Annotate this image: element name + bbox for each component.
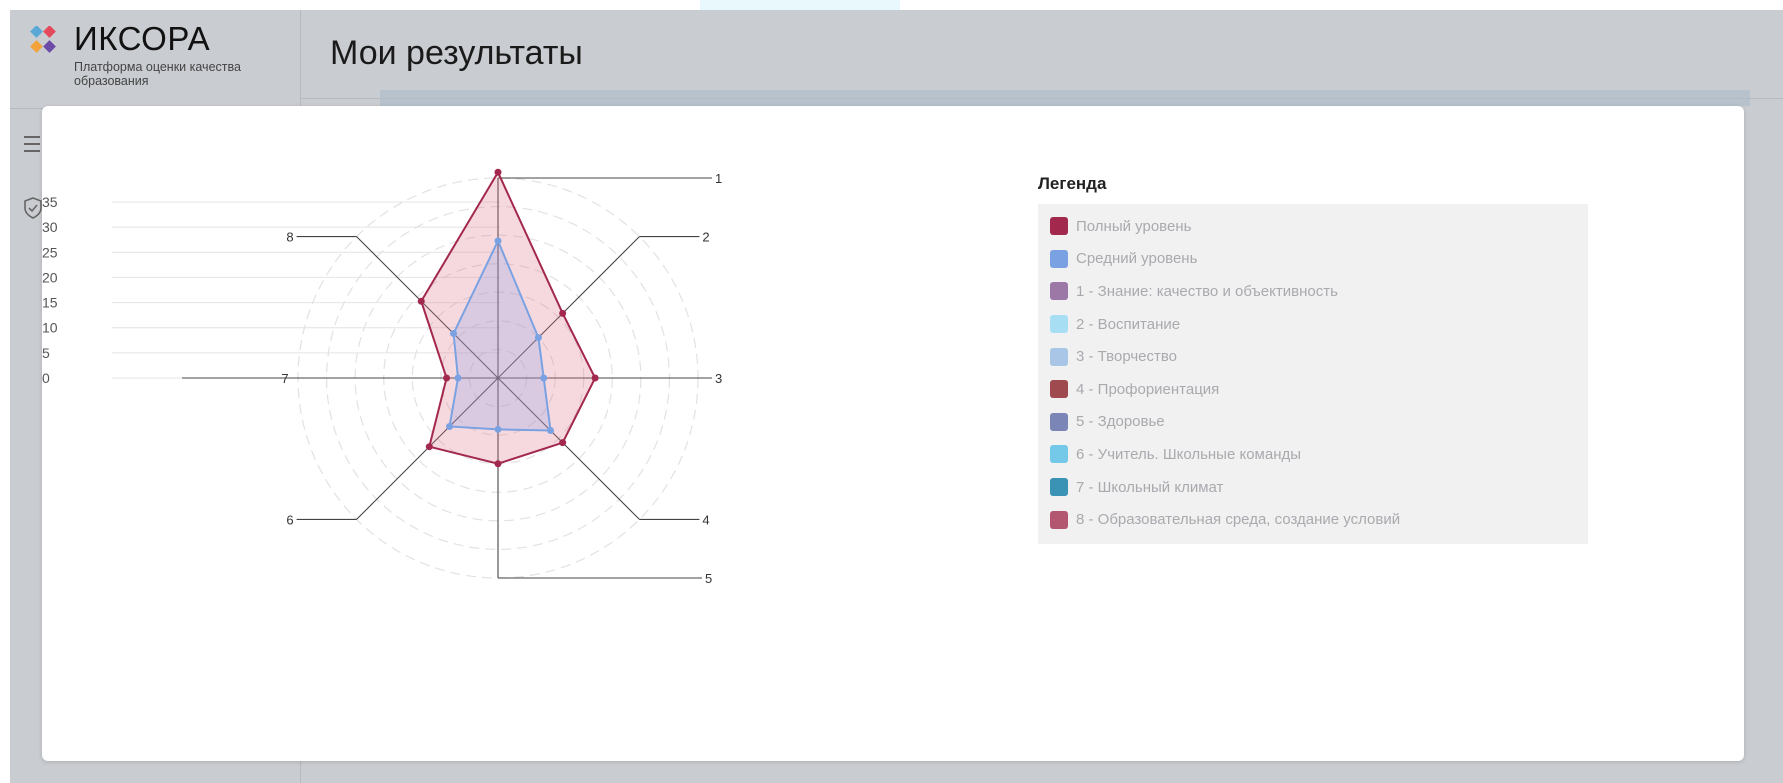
header-divider: [300, 98, 1783, 99]
legend-swatch: [1050, 445, 1068, 464]
scale-tick-label: 15: [42, 295, 58, 311]
legend-item[interactable]: 4 - Профориентация: [1038, 373, 1588, 406]
radar-data-point: [547, 427, 555, 435]
radar-data-point: [450, 330, 458, 338]
results-modal: 0 5 10 15 20 25 30 35 1 2 3 4 5 6 7 8 Легенда Полный ур…: [42, 106, 1744, 761]
legend-item[interactable]: 5 - Здоровье: [1038, 406, 1588, 439]
radar-data-point: [494, 168, 502, 176]
scale-tick-label: 5: [42, 345, 50, 361]
legend-swatch: [1050, 380, 1068, 399]
radar-data-point: [425, 443, 433, 451]
scale-tick-label: 30: [42, 219, 58, 235]
radar-data-point: [559, 309, 567, 317]
legend-item[interactable]: 6 - Учитель. Школьные команды: [1038, 438, 1588, 471]
legend-label: 1 - Знание: качество и объективность: [1076, 282, 1338, 300]
logo-icon: [30, 26, 56, 53]
legend-label: 5 - Здоровье: [1076, 413, 1165, 431]
radar-data-point: [494, 460, 502, 468]
scale-tick-label: 25: [42, 244, 58, 260]
brand-block: ИКСОРА Платформа оценки качества образов…: [10, 10, 300, 109]
legend-item[interactable]: 8 - Образовательная среда, создание усло…: [1038, 503, 1588, 536]
scale-tick-label: 0: [42, 370, 50, 386]
legend-label: 2 - Воспитание: [1076, 315, 1181, 333]
radar-data-point: [494, 425, 502, 433]
brand-name: ИКСОРА: [74, 20, 211, 57]
legend-swatch: [1050, 412, 1068, 431]
legend-swatch: [1050, 217, 1068, 236]
menu-icon[interactable]: [24, 136, 40, 152]
legend-swatch: [1050, 347, 1068, 366]
radar-data-point: [443, 374, 451, 382]
legend-label: 8 - Образовательная среда, создание усло…: [1076, 511, 1401, 529]
radar-data-point: [454, 374, 462, 382]
legend-item[interactable]: Полный уровень: [1038, 210, 1588, 243]
legend-swatch: [1050, 249, 1068, 268]
legend-item[interactable]: 3 - Творчество: [1038, 340, 1588, 373]
legend-item[interactable]: 7 - Школьный климат: [1038, 471, 1588, 504]
radar-category-label: 5: [705, 571, 712, 586]
legend-label: 4 - Профориентация: [1076, 380, 1220, 398]
radar-category-label: 1: [715, 171, 722, 186]
legend-items: Полный уровень Средний уровень 1 - Знание:…: [1038, 204, 1588, 544]
radar-category-label: 4: [702, 512, 709, 527]
legend-title: Легенда: [1038, 174, 1107, 193]
legend-label: 6 - Учитель. Школьные команды: [1076, 445, 1302, 463]
page-title: Мои результаты: [330, 34, 583, 72]
scale-tick-label: 10: [42, 320, 58, 336]
radar-data-point: [494, 237, 502, 245]
legend-item[interactable]: 2 - Воспитание: [1038, 308, 1588, 341]
legend-swatch: [1050, 282, 1068, 301]
radar-data-point: [559, 439, 567, 447]
brand-subtitle: Платформа оценки качества образования: [74, 60, 241, 88]
radar-category-label: 7: [281, 371, 288, 386]
radar-data-point: [591, 374, 599, 382]
legend-label: 7 - Школьный климат: [1076, 478, 1224, 496]
radar-data-point: [534, 334, 542, 342]
shield-check-icon[interactable]: [22, 196, 44, 220]
legend-label: Средний уровень: [1076, 250, 1198, 268]
legend-label: 3 - Творчество: [1076, 348, 1178, 366]
radar-category-label: 3: [715, 371, 722, 386]
scale-tick-label: 20: [42, 269, 58, 285]
radar-data-point: [446, 422, 454, 430]
legend-swatch: [1050, 315, 1068, 334]
radar-category-label: 8: [286, 230, 293, 245]
radar-chart: 0 5 10 15 20 25 30 35 1 2 3 4 5 6 7 8: [42, 168, 722, 586]
legend-item[interactable]: 1 - Знание: качество и объективность: [1038, 275, 1588, 308]
radar-data-point: [540, 374, 548, 382]
legend-item[interactable]: Средний уровень: [1038, 243, 1588, 276]
radar-data-point: [417, 297, 425, 305]
radar-category-label: 2: [702, 230, 709, 245]
legend-swatch: [1050, 478, 1068, 497]
scale-tick-label: 35: [42, 194, 58, 210]
chart-legend: Легенда Полный уровень Средний уровень 1 -…: [1038, 174, 1588, 544]
legend-swatch: [1050, 510, 1068, 529]
legend-label: Полный уровень: [1076, 217, 1192, 235]
radar-category-label: 6: [286, 512, 293, 527]
